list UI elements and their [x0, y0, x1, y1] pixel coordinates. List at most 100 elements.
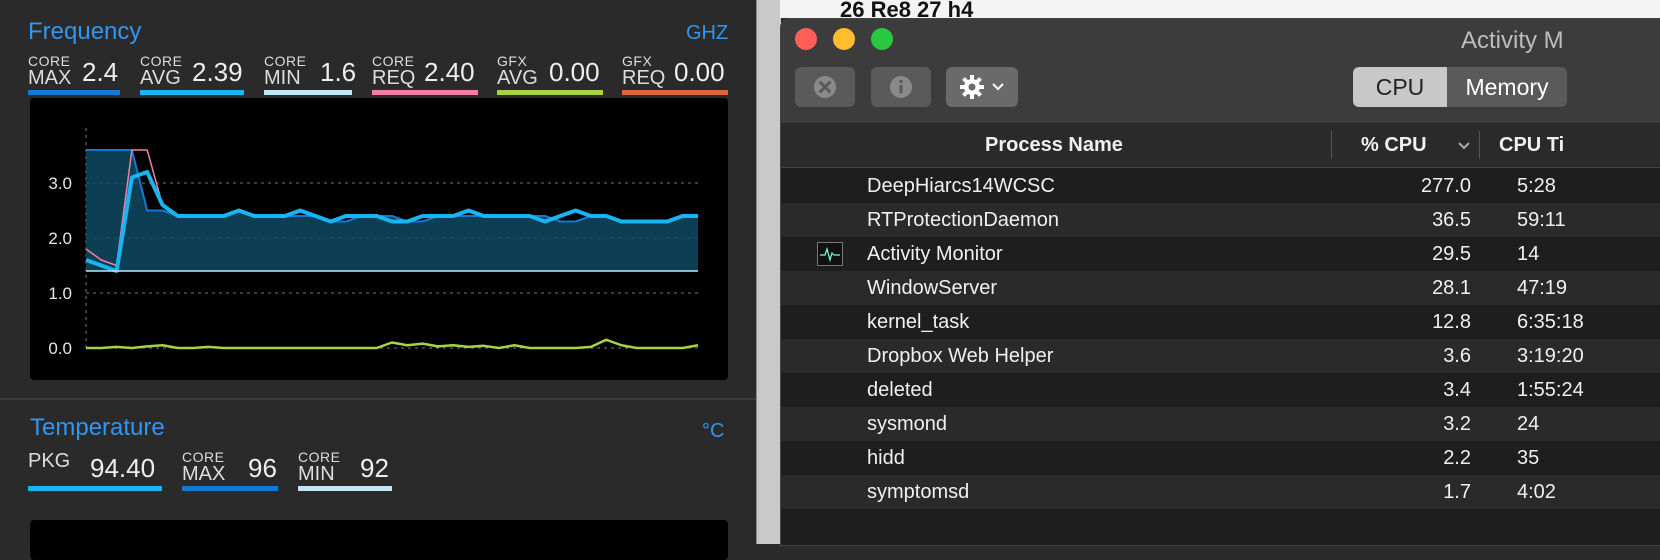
temperature-chart [30, 520, 728, 560]
background-window: 26 Re8 27 h4 [780, 0, 1660, 22]
process-cpu-time: 14 [1517, 243, 1540, 265]
process-cpu: 277.0 [1420, 175, 1471, 197]
metric-color-bar [28, 90, 120, 95]
metric-value: 92 [360, 453, 389, 483]
window-title: Activity M [1461, 27, 1564, 54]
frequency-metric: CORE AVG 2.39 [140, 54, 244, 95]
table-row[interactable]: deleted 3.4 1:55:24 [781, 373, 1660, 407]
metric-value: 2.40 [424, 57, 475, 87]
frequency-chart-svg: 3.0 2.0 1.0 0.0 [48, 128, 699, 358]
power-gadget-panel: Frequency GHZ CORE MAX 2.4 CORE AVG 2.39 CORE M… [0, 0, 756, 560]
metric-label-line2: MIN [264, 67, 301, 89]
tab-memory[interactable]: Memory [1447, 67, 1567, 107]
process-cpu: 1.7 [1443, 481, 1471, 503]
column-header: Process Name % CPU CPU Ti [781, 123, 1660, 168]
process-cpu: 28.1 [1432, 277, 1471, 299]
process-name: hidd [867, 447, 905, 469]
column-cpu[interactable]: % CPU [1361, 123, 1427, 167]
temperature-metric: CORE MIN 92 [298, 450, 392, 491]
tab-cpu[interactable]: CPU [1353, 67, 1447, 107]
title-bar: Activity M CPU Memory [781, 19, 1660, 123]
minimize-window-button[interactable] [833, 28, 855, 50]
process-cpu: 36.5 [1432, 209, 1471, 231]
y-tick-label: 2.0 [48, 229, 72, 248]
column-cpu-time[interactable]: CPU Ti [1499, 123, 1564, 167]
frequency-metric: GFX REQ 0.00 [622, 54, 728, 95]
temperature-title: Temperature [30, 414, 165, 441]
y-tick-label: 0.0 [48, 339, 72, 358]
core-range-band [86, 150, 698, 271]
table-row[interactable]: sysmond 3.2 24 [781, 407, 1660, 441]
metric-value: 96 [248, 453, 277, 483]
column-process-name[interactable]: Process Name [985, 123, 1123, 167]
metric-label-line2: PKG [28, 450, 71, 472]
process-name: kernel_task [867, 311, 970, 333]
metric-label-line2: REQ [372, 67, 416, 89]
section-divider [0, 398, 756, 400]
table-row[interactable]: RTProtectionDaemon 36.5 59:11 [781, 203, 1660, 237]
process-cpu: 12.8 [1432, 311, 1471, 333]
process-cpu: 3.2 [1443, 413, 1471, 435]
process-cpu-time: 5:28 [1517, 175, 1556, 197]
table-row[interactable]: DeepHiarcs14WCSC 277.0 5:28 [781, 169, 1660, 203]
series-line-0 [86, 149, 698, 223]
process-cpu-time: 24 [1517, 413, 1540, 435]
metric-label-line2: MAX [182, 463, 226, 485]
process-cpu-time: 35 [1517, 447, 1540, 469]
series-line-4 [86, 338, 699, 350]
y-tick-label: 1.0 [48, 284, 72, 303]
y-tick-label: 3.0 [48, 174, 72, 193]
metric-label-line2: REQ [622, 67, 666, 89]
metric-label-line2: AVG [497, 67, 538, 89]
desktop-gap [756, 0, 781, 544]
metric-value: 0.00 [549, 57, 600, 87]
chevron-down-icon [992, 83, 1004, 91]
metric-label-line2: MAX [28, 67, 72, 89]
inspect-process-button[interactable] [871, 67, 931, 107]
process-name: sysmond [867, 413, 948, 435]
table-row[interactable]: Activity Monitor 29.5 14 [781, 237, 1660, 271]
metric-color-bar [372, 90, 478, 95]
process-cpu-time: 47:19 [1517, 277, 1568, 299]
process-cpu-time: 1:55:24 [1517, 379, 1584, 401]
table-row[interactable]: kernel_task 12.8 6:35:18 [781, 305, 1660, 339]
metric-label: CORE MIN [298, 450, 340, 485]
metric-value: 94.40 [90, 453, 156, 483]
stop-process-button[interactable] [795, 67, 855, 107]
metric-label: PKG [28, 450, 71, 472]
metric-label: CORE REQ [372, 54, 416, 89]
metric-color-bar [497, 90, 603, 95]
process-name: Dropbox Web Helper [867, 345, 1054, 367]
frequency-title: Frequency [28, 18, 142, 45]
frequency-metric: CORE MAX 2.4 [28, 54, 120, 95]
close-window-button[interactable] [795, 28, 817, 50]
frequency-metric: GFX AVG 0.00 [497, 54, 603, 95]
table-row[interactable]: WindowServer 28.1 47:19 [781, 271, 1660, 305]
metric-label: CORE AVG [140, 54, 182, 89]
table-row[interactable]: Dropbox Web Helper 3.6 3:19:20 [781, 339, 1660, 373]
metric-label: CORE MAX [182, 450, 226, 485]
process-cpu: 2.2 [1443, 447, 1471, 469]
process-name: DeepHiarcs14WCSC [867, 175, 1055, 197]
table-row[interactable]: hidd 2.2 35 [781, 441, 1660, 475]
metric-label-line2: MIN [298, 463, 335, 485]
activity-monitor-app-icon [817, 242, 843, 266]
temperature-metric: PKG 94.40 [28, 450, 162, 491]
metric-label: GFX REQ [622, 54, 666, 89]
column-separator [1331, 131, 1332, 159]
metric-color-bar [140, 90, 244, 95]
frequency-unit: GHZ [686, 22, 729, 44]
zoom-window-button[interactable] [871, 28, 893, 50]
x-circle-icon [814, 76, 836, 98]
process-cpu: 29.5 [1432, 243, 1471, 265]
table-row[interactable]: symptomsd 1.7 4:02 [781, 475, 1660, 509]
action-menu-button[interactable] [946, 67, 1018, 107]
process-name: symptomsd [867, 481, 970, 503]
temperature-metric: CORE MAX 96 [182, 450, 278, 491]
frequency-metric: CORE REQ 2.40 [372, 54, 478, 95]
frequency-chart: 3.0 2.0 1.0 0.0 [30, 98, 728, 380]
process-cpu: 3.6 [1443, 345, 1471, 367]
sort-chevron-icon [1458, 142, 1470, 150]
process-list: DeepHiarcs14WCSC 277.0 5:28 RTProtectionDae… [781, 169, 1660, 509]
process-cpu-time: 59:11 [1517, 209, 1566, 231]
